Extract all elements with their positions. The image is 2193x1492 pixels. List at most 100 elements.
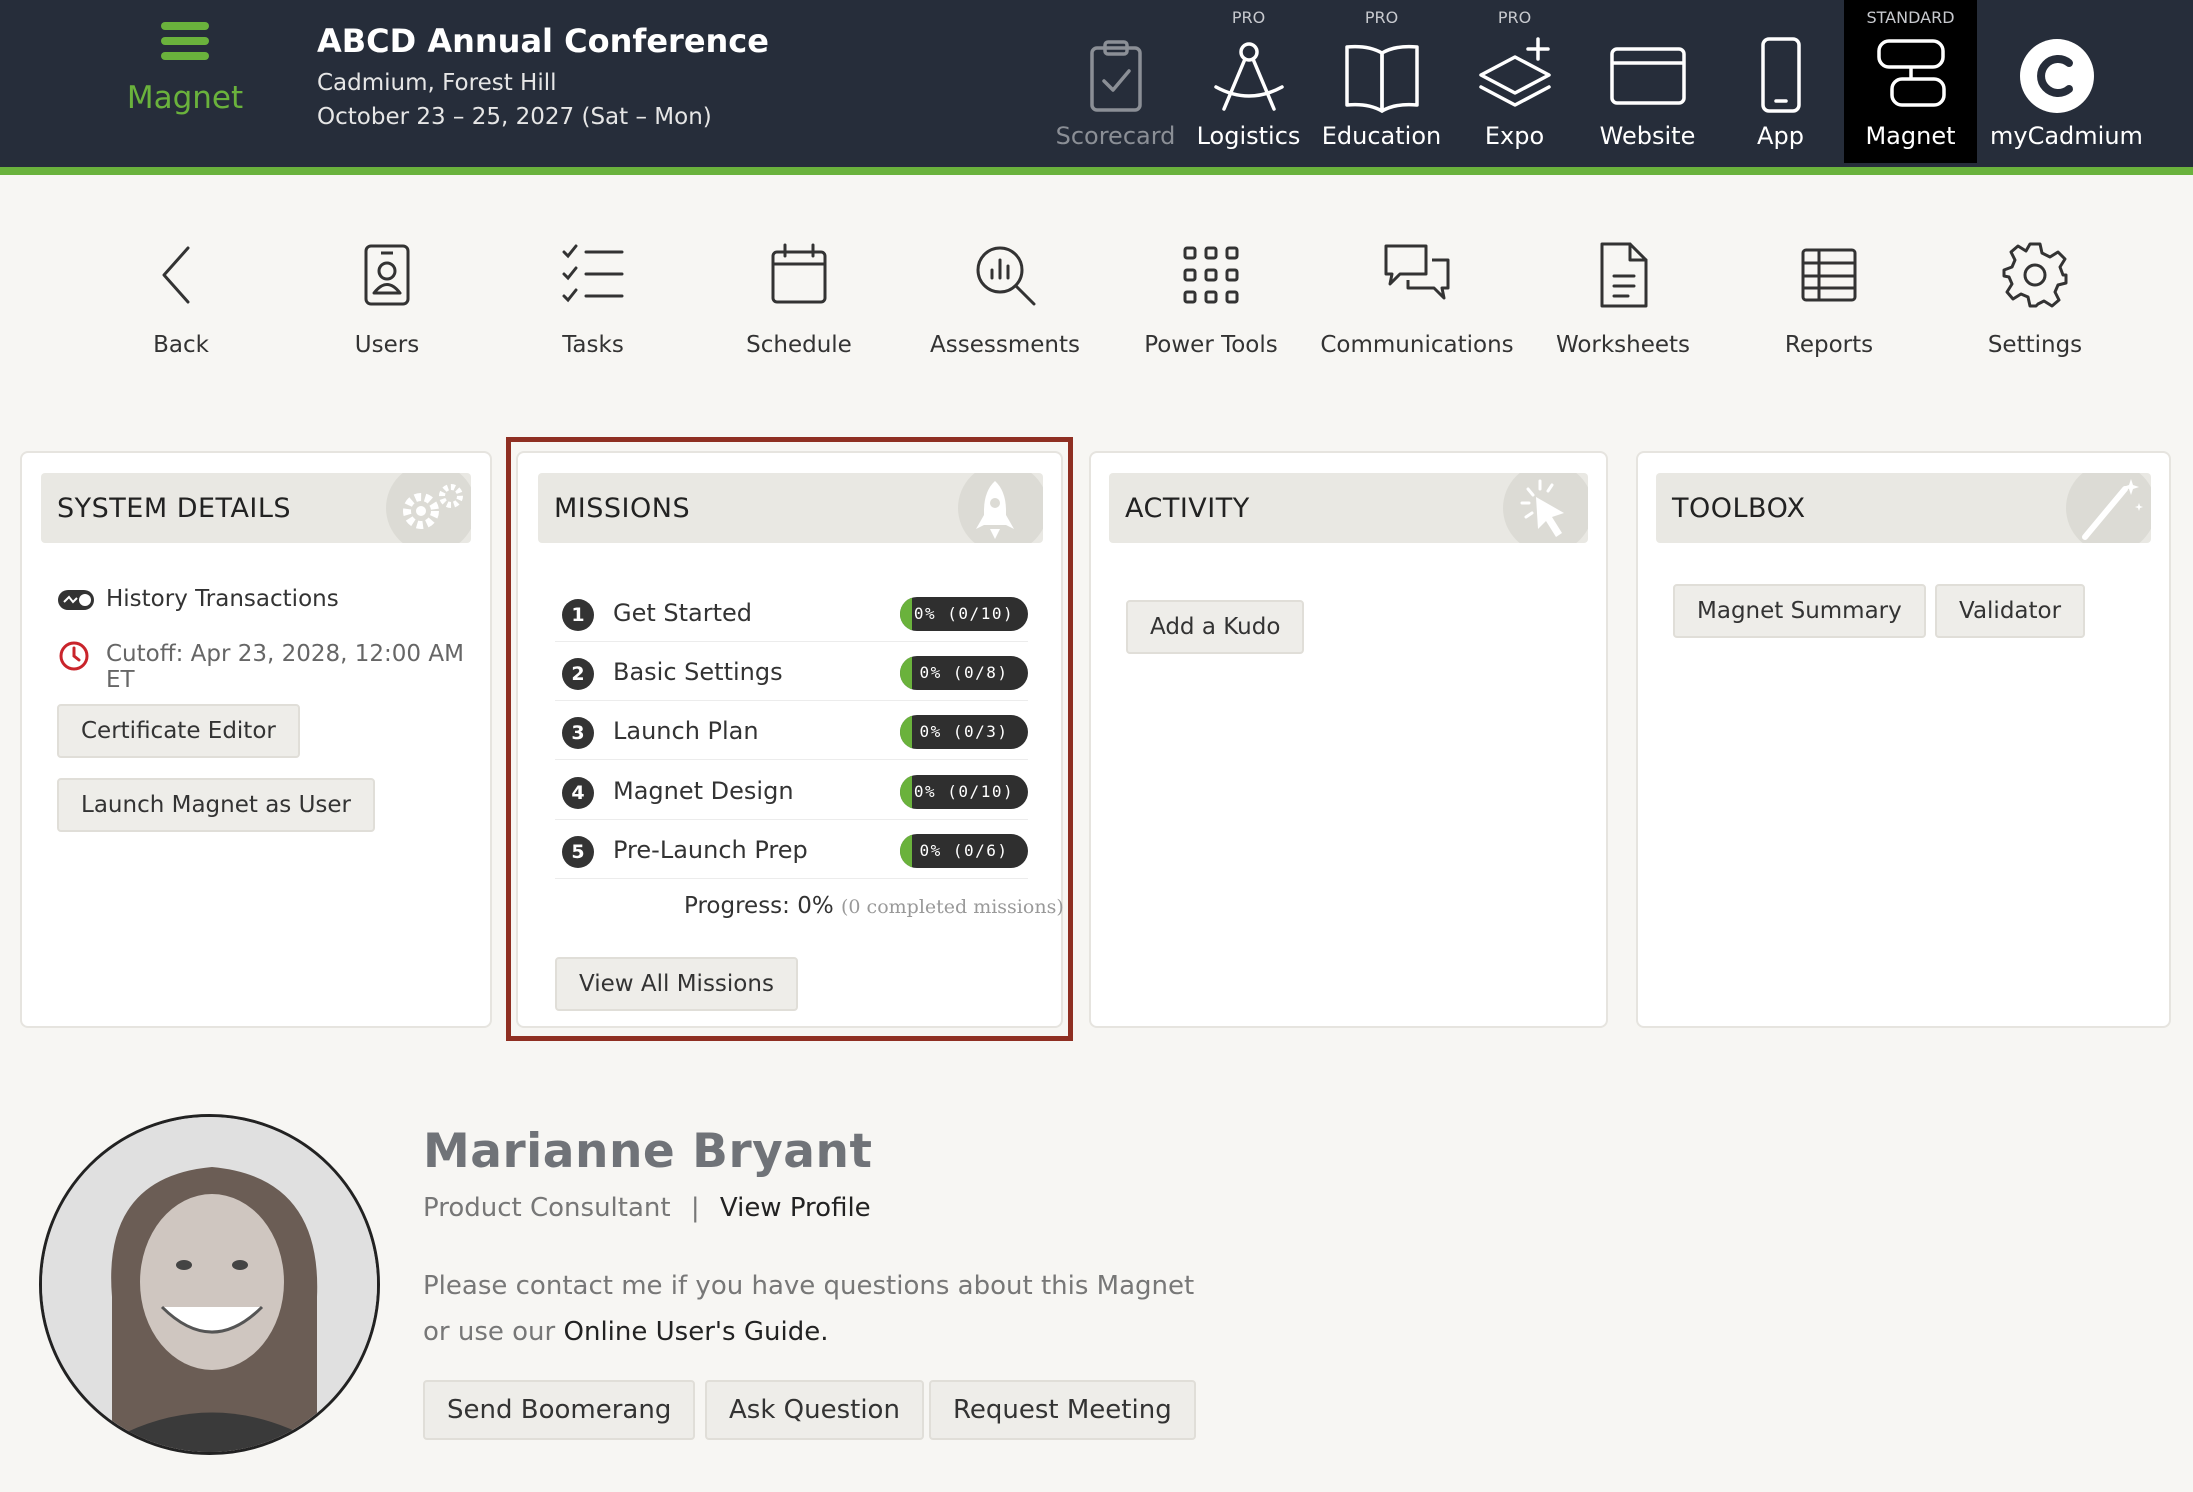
clipboard-check-icon: [1089, 40, 1142, 112]
toolbar-tasks[interactable]: Tasks: [493, 240, 693, 358]
conference-venue: Cadmium, Forest Hill: [317, 70, 557, 96]
conference-info: ABCD Annual Conference Cadmium, Forest H…: [317, 22, 769, 130]
toolbar-back[interactable]: Back: [81, 240, 281, 358]
contact-message-line1: Please contact me if you have questions …: [423, 1271, 1195, 1301]
mission-number-badge: 2: [562, 658, 594, 690]
mission-number-badge: 1: [562, 599, 594, 631]
mission-name[interactable]: Launch Plan: [613, 717, 759, 745]
person-photo-icon: [42, 1117, 377, 1452]
toolbar-label: Power Tools: [1144, 332, 1278, 358]
toolbar-reports[interactable]: Reports: [1729, 240, 1929, 358]
chevron-left-icon: [162, 246, 190, 304]
toolbar-label: Back: [153, 332, 209, 358]
ask-question-button[interactable]: Ask Question: [705, 1380, 924, 1440]
view-profile-link[interactable]: View Profile: [720, 1193, 871, 1223]
toolbar-schedule[interactable]: Schedule: [699, 240, 899, 358]
separator: |: [690, 1193, 700, 1223]
activity-card: ACTIVITY Add a Kudo: [1089, 451, 1608, 1028]
topnav-label: Education: [1321, 122, 1442, 150]
card-header: TOOLBOX: [1656, 473, 2151, 543]
mission-progress-bar: 0% (0/10): [900, 775, 1028, 809]
document-icon: [1600, 242, 1648, 308]
mission-progress-text: 0% (0/6): [919, 841, 1009, 860]
toolbar-assessments[interactable]: Assessments: [905, 240, 1105, 358]
mission-progress-bar: 0% (0/8): [900, 656, 1028, 690]
contact-message-line2: or use our Online User's Guide.: [423, 1317, 828, 1347]
mission-progress-bar: 0% (0/6): [900, 834, 1028, 868]
clock-icon: [59, 641, 89, 671]
topnav-scorecard[interactable]: Scorecard: [1049, 0, 1182, 163]
compass-icon: [1213, 42, 1284, 111]
cutoff-text: Cutoff: Apr 23, 2028, 12:00 AM ET: [106, 641, 464, 693]
topnav-app[interactable]: App: [1714, 0, 1847, 163]
message-text: or use our: [423, 1317, 564, 1347]
topnav-education[interactable]: PRO Education: [1315, 0, 1448, 163]
online-users-guide-link[interactable]: Online User's Guide: [564, 1317, 821, 1347]
cursor-click-icon: [1503, 473, 1588, 543]
id-badge-icon: [364, 244, 410, 306]
toolbar-power-tools[interactable]: Power Tools: [1111, 240, 1311, 358]
mission-row[interactable]: 2 Basic Settings 0% (0/8): [555, 641, 1028, 701]
card-title: TOOLBOX: [1672, 493, 1806, 524]
mission-progress-bar: 0% (0/3): [900, 715, 1028, 749]
history-transactions-link[interactable]: History Transactions: [106, 586, 339, 612]
request-meeting-button[interactable]: Request Meeting: [929, 1380, 1196, 1440]
topnav-label: App: [1757, 122, 1804, 150]
mission-name[interactable]: Basic Settings: [613, 658, 783, 686]
topnav-website[interactable]: Website: [1581, 0, 1714, 163]
table-icon: [1801, 248, 1857, 302]
topnav-mycadmium[interactable]: myCadmium: [1990, 0, 2143, 163]
magnet-summary-button[interactable]: Magnet Summary: [1673, 584, 1926, 638]
system-details-card: SYSTEM DETAILS History Transactions Cuto…: [20, 451, 492, 1028]
conference-title: ABCD Annual Conference: [317, 22, 769, 60]
mission-row[interactable]: 4 Magnet Design 0% (0/10): [555, 760, 1028, 820]
send-boomerang-button[interactable]: Send Boomerang: [423, 1380, 696, 1440]
certificate-editor-button[interactable]: Certificate Editor: [57, 704, 300, 758]
topnav-label: myCadmium: [1990, 122, 2143, 150]
consultant-role: Product Consultant: [423, 1193, 671, 1223]
add-a-kudo-button[interactable]: Add a Kudo: [1126, 600, 1305, 654]
toolbox-card: TOOLBOX Magnet Summary Validator: [1636, 451, 2171, 1028]
consultant-role-line: Product Consultant | View Profile: [423, 1193, 871, 1223]
consultant-avatar: [39, 1114, 380, 1455]
toolbar-communications[interactable]: Communications: [1317, 240, 1517, 358]
mission-progress-text: 0% (0/10): [913, 604, 1015, 623]
top-bar-accent-line: [0, 167, 2193, 175]
mission-name[interactable]: Pre-Launch Prep: [613, 836, 808, 864]
mission-name[interactable]: Magnet Design: [613, 777, 794, 805]
smartphone-icon: [1760, 37, 1801, 113]
topnav-label: Expo: [1484, 122, 1545, 150]
chat-bubbles-icon: [1384, 244, 1450, 300]
card-title: SYSTEM DETAILS: [57, 493, 292, 524]
toolbar-users[interactable]: Users: [287, 240, 487, 358]
brand-menu[interactable]: Magnet: [100, 22, 270, 116]
progress-note: (0 completed missions): [841, 896, 1064, 918]
layers-plus-icon: [1478, 37, 1551, 107]
topnav-label: Magnet: [1865, 122, 1956, 150]
mission-row[interactable]: 3 Launch Plan 0% (0/3): [555, 700, 1028, 760]
topnav-label: Website: [1599, 122, 1696, 150]
toolbar-label: Assessments: [930, 332, 1080, 358]
view-all-missions-button[interactable]: View All Missions: [555, 957, 798, 1011]
mission-row[interactable]: 5 Pre-Launch Prep 0% (0/6): [555, 819, 1028, 879]
launch-magnet-as-user-button[interactable]: Launch Magnet as User: [57, 778, 376, 832]
mission-number-badge: 4: [562, 777, 594, 809]
missions-progress: Progress: 0% (0 completed missions): [684, 893, 1064, 919]
toolbar-label: Worksheets: [1555, 332, 1691, 358]
validator-button[interactable]: Validator: [1935, 584, 2086, 638]
topnav-magnet[interactable]: STANDARD Magnet: [1844, 0, 1977, 163]
tier-label: PRO: [1497, 8, 1532, 27]
mission-row[interactable]: 1 Get Started 0% (0/10): [555, 582, 1028, 642]
topnav-expo[interactable]: PRO Expo: [1448, 0, 1581, 163]
mission-progress-text: 0% (0/3): [919, 722, 1009, 741]
toolbar-settings[interactable]: Settings: [1935, 240, 2135, 358]
mission-name[interactable]: Get Started: [613, 599, 752, 627]
card-title: ACTIVITY: [1125, 493, 1250, 524]
magic-wand-icon: [2066, 473, 2151, 543]
toolbar-worksheets[interactable]: Worksheets: [1523, 240, 1723, 358]
grid-dots-icon: [1183, 246, 1239, 304]
hamburger-menu-icon[interactable]: [161, 22, 209, 60]
card-header: SYSTEM DETAILS: [41, 473, 471, 543]
topnav-logistics[interactable]: PRO Logistics: [1182, 0, 1315, 163]
mission-number-badge: 3: [562, 717, 594, 749]
